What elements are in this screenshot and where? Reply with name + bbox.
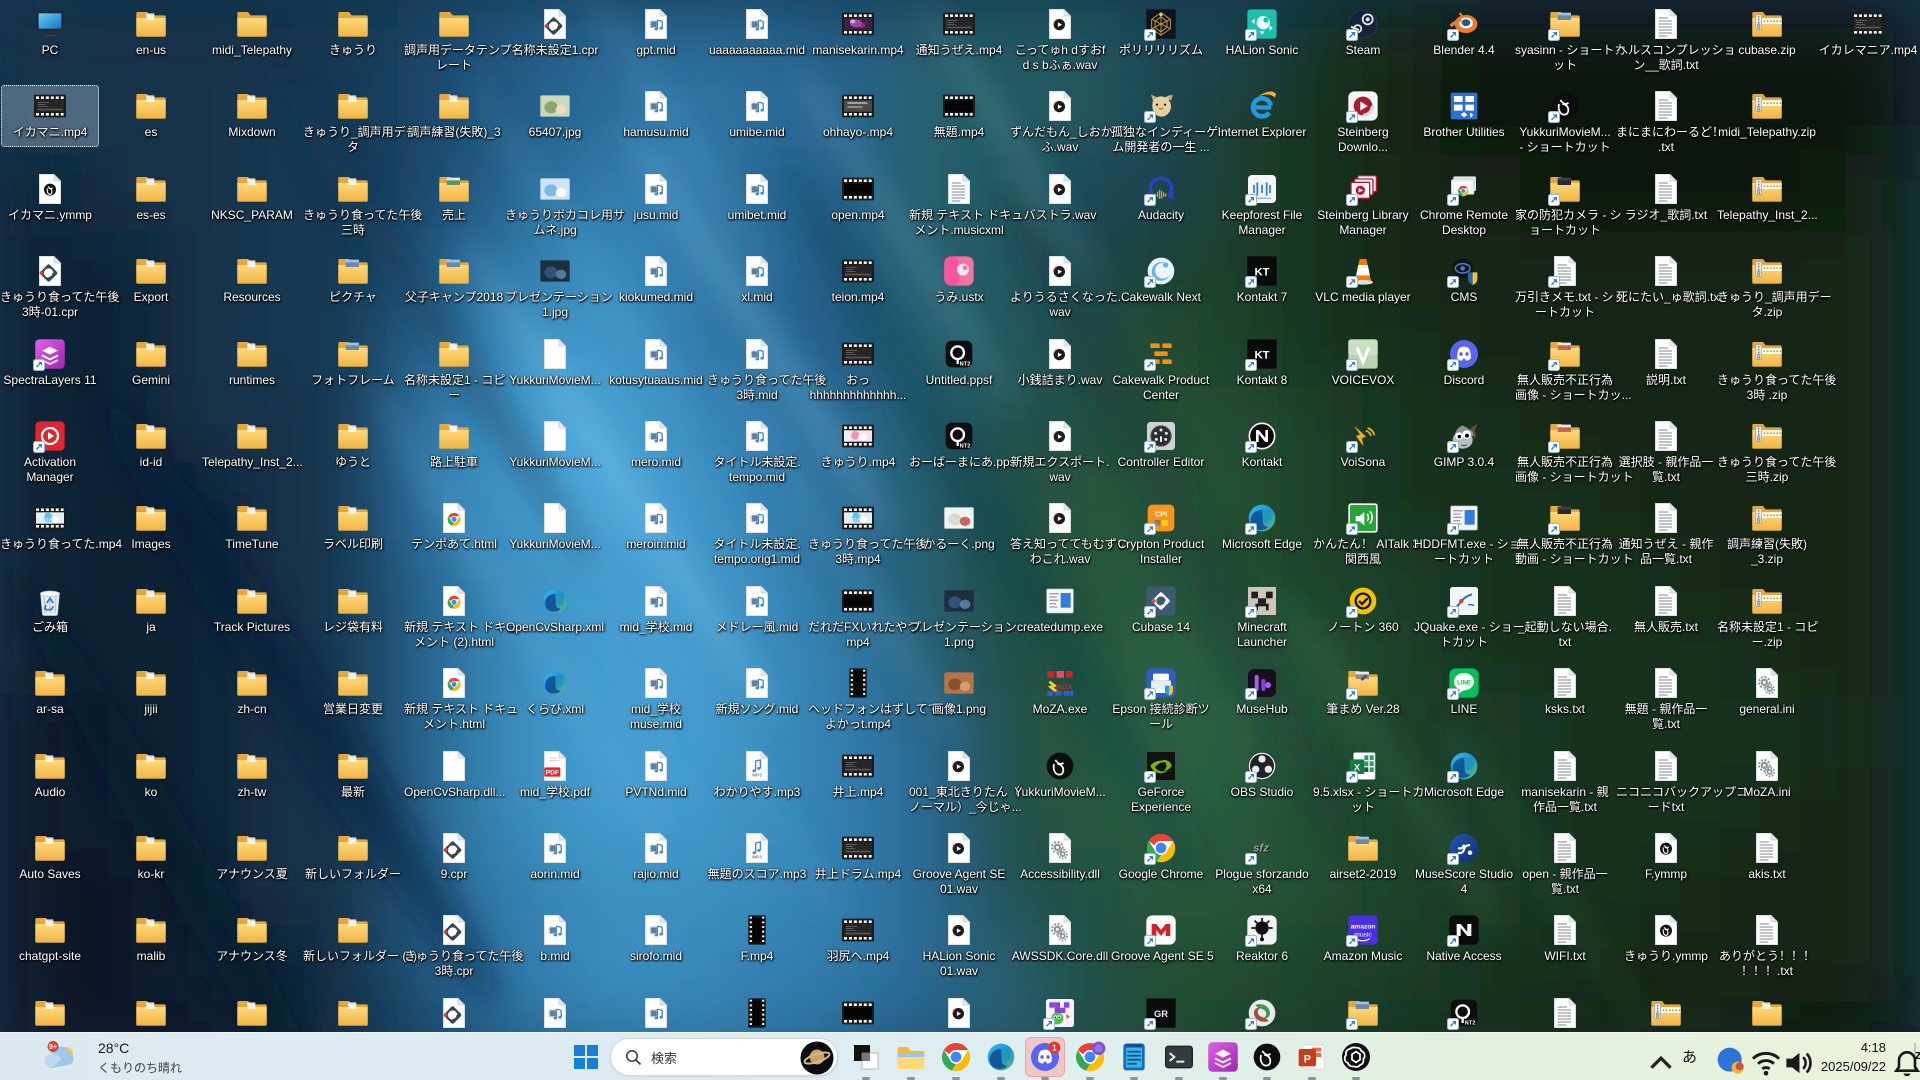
svg-text:1: 1 — [1052, 1043, 1057, 1052]
svg-text:9+: 9+ — [49, 1042, 58, 1051]
svg-text:月水金: 月水金 — [1559, 425, 1571, 431]
svg-text:P: P — [1304, 1053, 1311, 1065]
svg-text:月水金: 月水金 — [1559, 343, 1571, 349]
